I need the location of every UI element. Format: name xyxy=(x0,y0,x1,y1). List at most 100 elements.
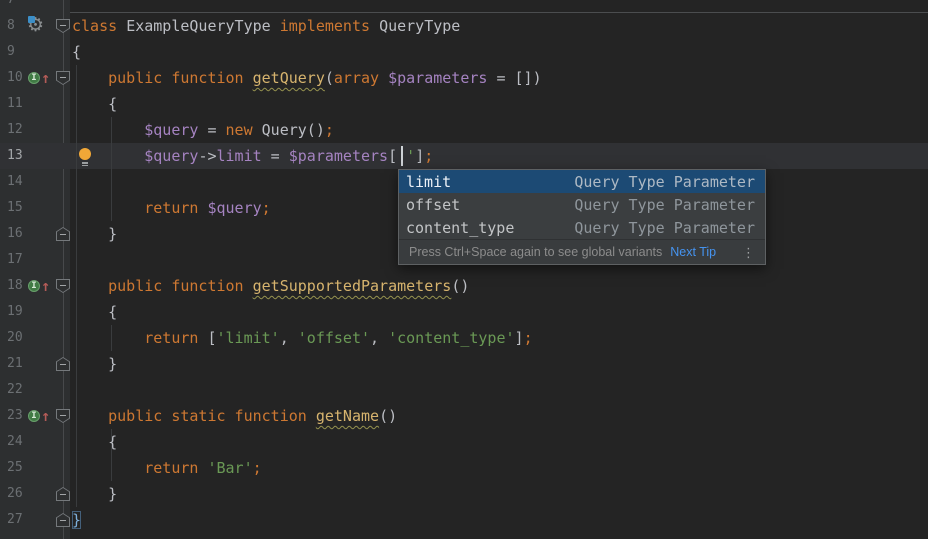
fold-collapse-icon[interactable] xyxy=(56,71,70,85)
code-token: $parameters xyxy=(289,147,388,165)
text-caret xyxy=(401,146,403,166)
fold-end-icon[interactable] xyxy=(56,487,70,501)
code-line[interactable]: public function getQuery(array $paramete… xyxy=(72,65,542,91)
code-line[interactable]: { xyxy=(72,429,117,455)
override-arrow-icon[interactable]: ↑ xyxy=(41,408,50,424)
line-number[interactable]: 14 xyxy=(7,169,31,195)
line-number[interactable]: 7 xyxy=(7,0,31,13)
code-token: ; xyxy=(424,147,433,165)
code-token: ] xyxy=(515,329,524,347)
next-tip-link[interactable]: Next Tip xyxy=(670,245,716,259)
code-token: '' xyxy=(397,147,415,165)
override-arrow-icon[interactable]: ↑ xyxy=(41,278,50,294)
line-number[interactable]: 19 xyxy=(7,299,31,325)
code-line[interactable]: { xyxy=(72,91,117,117)
line-number[interactable]: 25 xyxy=(7,455,31,481)
line-number[interactable]: 20 xyxy=(7,325,31,351)
completion-item-label: offset xyxy=(406,196,460,214)
code-token: 'Bar' xyxy=(207,459,252,477)
code-token: { xyxy=(72,95,117,113)
line-number[interactable]: 27 xyxy=(7,507,31,533)
fold-collapse-icon[interactable] xyxy=(56,19,70,33)
completion-item[interactable]: limitQuery Type Parameter xyxy=(399,170,765,193)
line-number[interactable]: 15 xyxy=(7,195,31,221)
code-token: { xyxy=(72,303,117,321)
code-line[interactable]: public function getSupportedParameters() xyxy=(72,273,469,299)
code-token: getName xyxy=(316,407,379,425)
code-line[interactable]: } xyxy=(72,481,117,507)
code-token xyxy=(72,69,108,87)
code-line[interactable]: public static function getName() xyxy=(72,403,397,429)
fold-collapse-icon[interactable] xyxy=(56,279,70,293)
code-token: ; xyxy=(262,199,271,217)
line-number[interactable]: 12 xyxy=(7,117,31,143)
code-token: 'limit' xyxy=(217,329,280,347)
code-token: $query xyxy=(144,121,198,139)
code-line[interactable]: { xyxy=(72,39,81,65)
kebab-menu-icon[interactable]: ⋮ xyxy=(742,246,755,259)
code-token: () xyxy=(379,407,397,425)
class-marker-icon xyxy=(28,16,35,23)
code-token: [ xyxy=(388,147,397,165)
code-token xyxy=(72,121,144,139)
code-token: Query() xyxy=(262,121,325,139)
code-token: = xyxy=(262,147,289,165)
code-token: public static function xyxy=(108,407,316,425)
line-number[interactable]: 13 xyxy=(7,143,31,169)
code-token: implements xyxy=(280,17,379,35)
line-number[interactable]: 21 xyxy=(7,351,31,377)
fold-end-icon[interactable] xyxy=(56,513,70,527)
code-token: new xyxy=(226,121,262,139)
line-number[interactable]: 11 xyxy=(7,91,31,117)
line-number[interactable]: 24 xyxy=(7,429,31,455)
code-token: , xyxy=(370,329,388,347)
code-line[interactable]: $query = new Query(); xyxy=(72,117,334,143)
code-token xyxy=(72,147,144,165)
line-number[interactable]: 26 xyxy=(7,481,31,507)
code-line[interactable]: } xyxy=(72,221,117,247)
code-editor: 78⚙class ExampleQueryType implements Que… xyxy=(0,0,928,539)
code-line[interactable]: class ExampleQueryType implements QueryT… xyxy=(72,13,460,39)
override-arrow-icon[interactable]: ↑ xyxy=(41,70,50,86)
code-token: [ xyxy=(207,329,216,347)
code-token: return xyxy=(144,459,207,477)
completion-item-label: content_type xyxy=(406,219,514,237)
code-line[interactable]: return $query; xyxy=(72,195,271,221)
code-token: } xyxy=(72,355,117,373)
line-number[interactable]: 9 xyxy=(7,39,31,65)
code-line[interactable]: $query->limit = $parameters['']; xyxy=(72,143,433,169)
line-number[interactable]: 22 xyxy=(7,377,31,403)
code-line[interactable]: } xyxy=(72,351,117,377)
fold-end-icon[interactable] xyxy=(56,227,70,241)
code-token: } xyxy=(72,511,81,529)
completion-hint-bar: Press Ctrl+Space again to see global var… xyxy=(399,239,765,264)
code-token xyxy=(72,277,108,295)
implements-method-icon[interactable]: I xyxy=(28,72,40,84)
line-number[interactable]: 16 xyxy=(7,221,31,247)
code-line[interactable]: return ['limit', 'offset', 'content_type… xyxy=(72,325,533,351)
code-token: getSupportedParameters xyxy=(253,277,452,295)
code-token: ; xyxy=(325,121,334,139)
completion-item[interactable]: offsetQuery Type Parameter xyxy=(399,193,765,216)
code-token: ; xyxy=(253,459,262,477)
code-line[interactable]: return 'Bar'; xyxy=(72,455,262,481)
fold-collapse-icon[interactable] xyxy=(56,409,70,423)
completion-item-type: Query Type Parameter xyxy=(574,219,755,237)
code-token: , xyxy=(280,329,298,347)
code-token: { xyxy=(72,433,117,451)
code-token xyxy=(72,329,144,347)
completion-item[interactable]: content_type Query Type Parameter xyxy=(399,216,765,239)
code-line[interactable]: } xyxy=(72,507,81,533)
code-token: -> xyxy=(198,147,216,165)
fold-end-icon[interactable] xyxy=(56,357,70,371)
code-token: return xyxy=(144,199,207,217)
code-token: array xyxy=(334,69,388,87)
code-token: = xyxy=(198,121,225,139)
code-token: ( xyxy=(325,69,334,87)
code-line[interactable]: { xyxy=(72,299,117,325)
code-token: ] xyxy=(415,147,424,165)
code-token xyxy=(72,199,144,217)
line-number[interactable]: 17 xyxy=(7,247,31,273)
implements-method-icon[interactable]: I xyxy=(28,280,40,292)
implements-method-icon[interactable]: I xyxy=(28,410,40,422)
